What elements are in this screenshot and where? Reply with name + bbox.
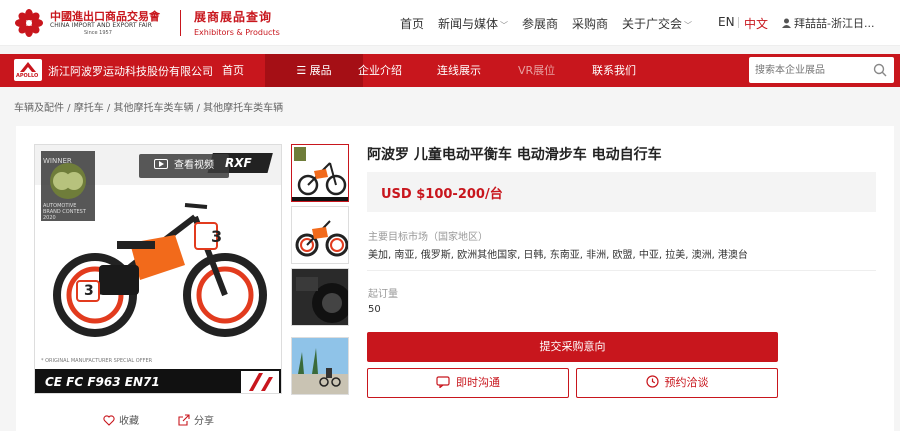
subtitle-en: Exhibitors & Products	[194, 28, 280, 37]
book-meeting-button[interactable]: 预约洽谈	[576, 368, 778, 398]
thumbnail-lifestyle-image	[292, 338, 348, 394]
company-tab-intro[interactable]: 企业介绍	[348, 54, 412, 87]
certification-marks: CE FC F963 EN71	[45, 375, 160, 389]
product-price: USD $100-200/台	[381, 187, 503, 202]
nav-home[interactable]: 首页	[400, 15, 424, 32]
heart-icon	[103, 415, 115, 426]
company-tab-home[interactable]: 首页	[212, 54, 254, 87]
company-logo-text: APOLLO	[16, 73, 39, 79]
logo-since-text: Since 1957	[84, 30, 112, 36]
chevron-down-icon: ﹀	[500, 21, 509, 30]
product-title: 阿波罗 儿童电动平衡车 电动滑步车 电动自行车	[367, 147, 662, 163]
search-icon[interactable]	[873, 63, 887, 77]
share-icon	[178, 414, 190, 426]
chat-icon	[436, 376, 450, 389]
company-search-box	[749, 57, 894, 83]
subtitle-cn: 展商展品查询	[194, 10, 273, 24]
apollo-logo-icon	[20, 62, 36, 72]
section-divider	[367, 270, 876, 271]
instant-chat-button[interactable]: 即时沟通	[367, 368, 569, 398]
nav-home-label: 首页	[400, 17, 425, 31]
company-tab-live[interactable]: 连线展示	[427, 54, 491, 87]
nav-buyers-label: 采购商	[572, 17, 609, 31]
nav-about-label: 关于广交会	[622, 17, 683, 31]
instant-chat-label: 即时沟通	[456, 376, 500, 389]
moq-label: 起订量	[368, 289, 398, 300]
nav-exhibitors[interactable]: 参展商	[522, 15, 558, 32]
logo-english-text: CHINA IMPORT AND EXPORT FAIR	[50, 22, 152, 29]
header-divider	[180, 10, 181, 36]
company-tab-vr[interactable]: VR展位	[508, 54, 565, 87]
product-thumbnail[interactable]	[291, 144, 349, 202]
nav-buyers[interactable]: 采购商	[572, 15, 608, 32]
site-header: 中國進出口商品交易會 CHINA IMPORT AND EXPORT FAIR …	[0, 0, 900, 46]
video-play-icon	[154, 159, 168, 169]
chevron-down-icon: ﹀	[684, 21, 693, 30]
user-name: 拜喆喆-浙江日...	[794, 17, 875, 30]
user-icon	[782, 18, 791, 28]
rxf-brand-mark: RXF	[225, 156, 252, 170]
product-thumbnail[interactable]	[291, 206, 349, 264]
company-tab-contact[interactable]: 联系我们	[582, 54, 646, 87]
nav-news-media[interactable]: 新闻与媒体 ﹀	[438, 15, 508, 32]
price-box: USD $100-200/台	[367, 172, 876, 212]
target-market-label: 主要目标市场（国家地区）	[368, 232, 488, 243]
site-subtitle: 展商展品查询 Exhibitors & Products	[194, 8, 280, 37]
book-meeting-label: 预约洽谈	[664, 376, 709, 389]
company-search-input[interactable]	[755, 62, 865, 78]
nav-exhibitors-label: 参展商	[522, 17, 559, 31]
nav-about[interactable]: 关于广交会 ﹀	[622, 15, 692, 32]
offer-disclaimer: * ORIGINAL MANUFACTURER SPECIAL OFFER	[41, 358, 153, 364]
nav-news-label: 新闻与媒体	[438, 17, 499, 31]
company-tab-products-label: 展品	[309, 64, 332, 77]
clock-icon	[645, 375, 659, 388]
lang-en-link[interactable]: EN	[718, 15, 735, 29]
canton-flower-icon	[15, 9, 43, 37]
lang-divider	[738, 17, 739, 28]
lang-zh-link[interactable]: 中文	[744, 15, 768, 32]
user-menu[interactable]: 拜喆喆-浙江日...	[782, 15, 874, 31]
product-main-image[interactable]: 查看视频 WINNER AUTOMOTIVE BRAND CONTEST 202…	[34, 144, 282, 394]
share-label: 分享	[194, 416, 214, 427]
award-badge-title: WINNER	[43, 157, 72, 165]
company-name[interactable]: 浙江阿波罗运动科技股份有限公司	[48, 63, 213, 79]
number-plate-front: 3	[211, 227, 223, 246]
view-video-label: 查看视频	[174, 160, 214, 171]
product-thumbnail[interactable]	[291, 337, 349, 395]
thumbnail-detail-image	[292, 269, 348, 325]
company-logo[interactable]: APOLLO	[14, 59, 42, 81]
thumbnail-bike-image	[292, 145, 348, 201]
electric-balance-bike-image	[35, 145, 281, 393]
product-thumbnail[interactable]	[291, 268, 349, 326]
number-plate-side: 3	[84, 283, 94, 299]
moq-value: 50	[368, 304, 381, 315]
list-icon: ☰	[296, 64, 310, 77]
canton-fair-logo[interactable]: 中國進出口商品交易會 CHINA IMPORT AND EXPORT FAIR …	[14, 6, 174, 40]
target-market-value: 美加, 南亚, 俄罗斯, 欧洲其他国家, 日韩, 东南亚, 非洲, 欧盟, 中亚…	[368, 250, 748, 261]
thumbnail-bike-side-image	[292, 207, 348, 263]
submit-inquiry-button[interactable]: 提交采购意向	[367, 332, 778, 362]
favorite-label: 收藏	[119, 416, 139, 427]
breadcrumb[interactable]: 车辆及配件 / 摩托车 / 其他摩托车类车辆 / 其他摩托车类车辆	[14, 99, 283, 114]
share-button[interactable]: 分享	[178, 412, 214, 427]
favorite-button[interactable]: 收藏	[103, 412, 139, 427]
view-video-button[interactable]: 查看视频	[139, 154, 229, 178]
award-badge-caption: AUTOMOTIVE BRAND CONTEST 2020	[43, 203, 86, 221]
